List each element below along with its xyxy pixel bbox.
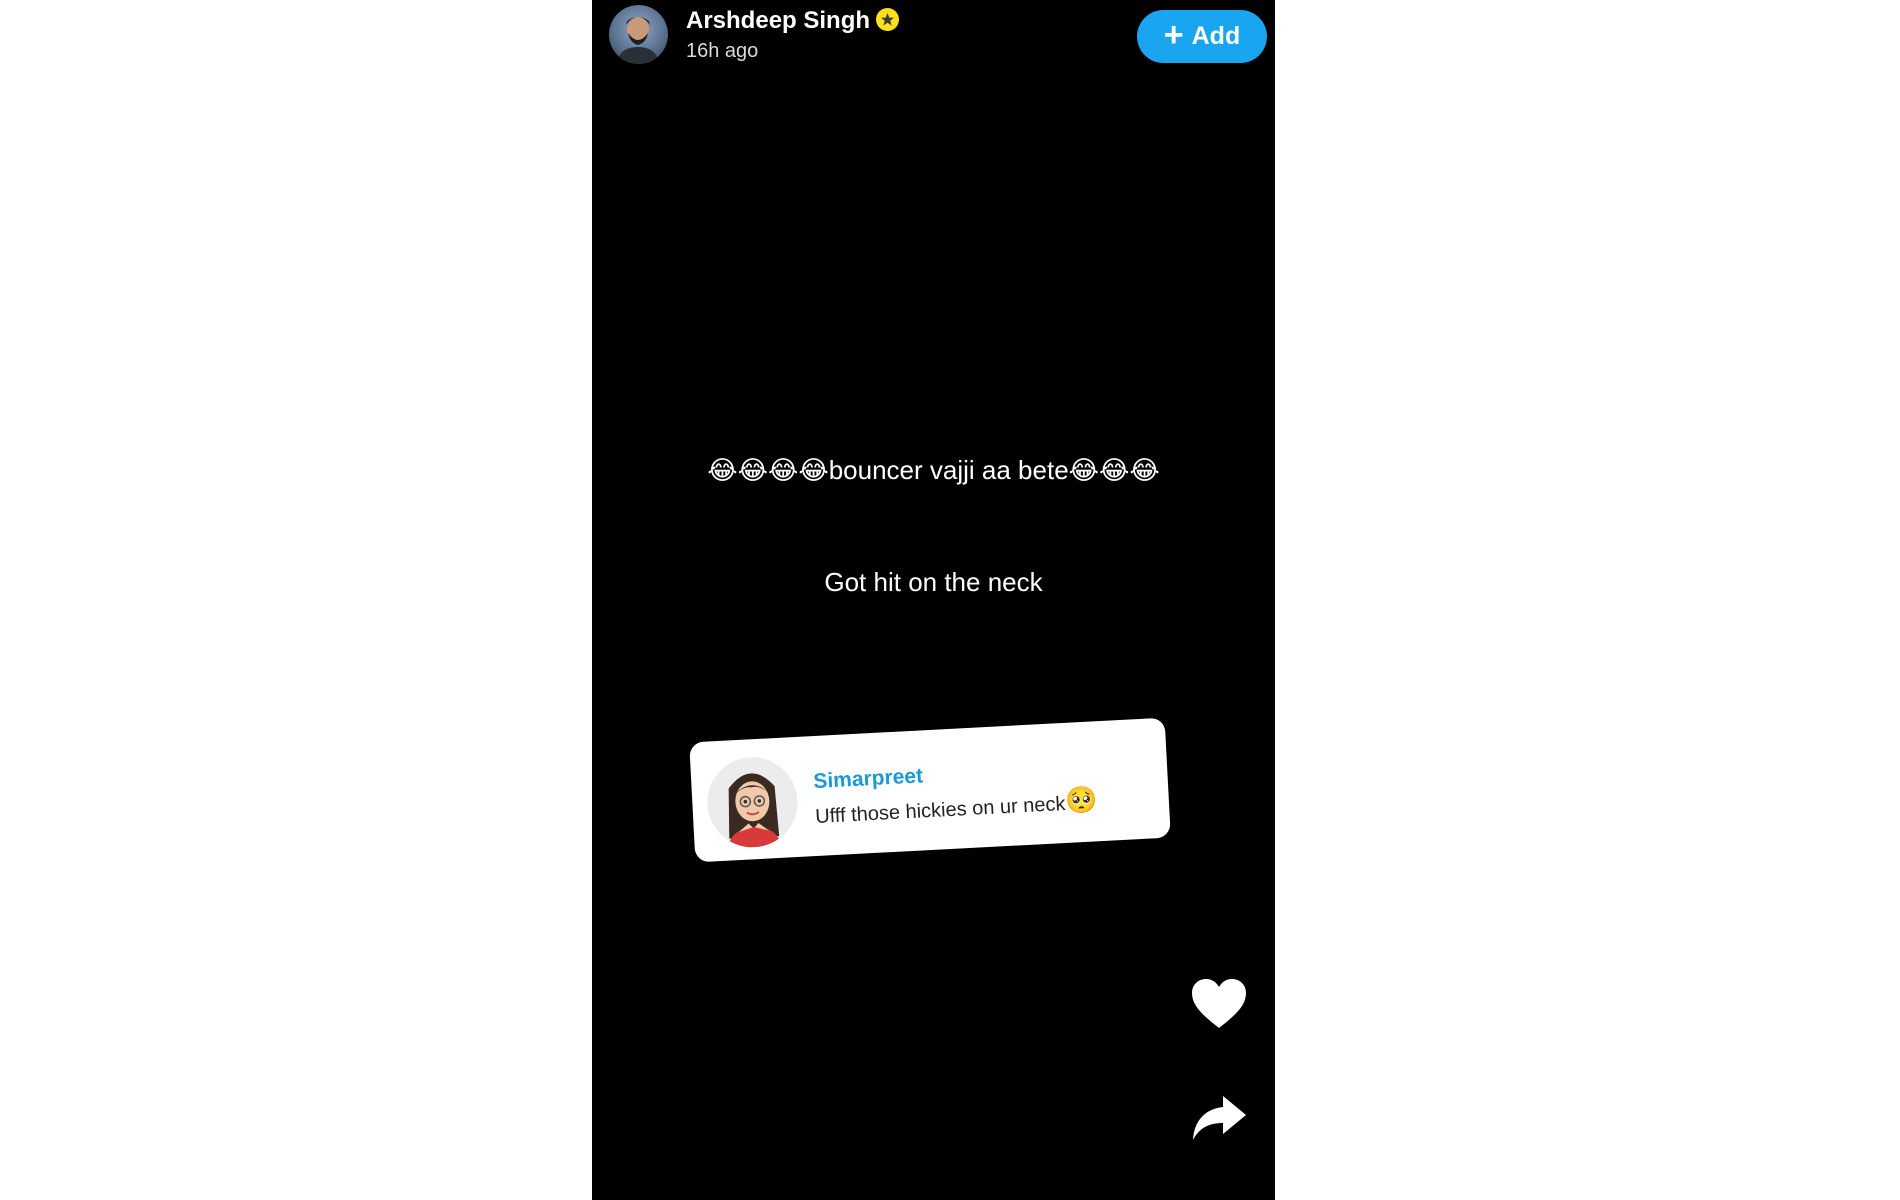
story-subcaption: Got hit on the neck xyxy=(824,567,1043,597)
username-text[interactable]: Arshdeep Singh xyxy=(686,7,870,34)
star-badge-icon xyxy=(876,8,900,32)
bitmoji-avatar xyxy=(705,755,800,850)
pleading-emoji: 🥺 xyxy=(1064,785,1099,817)
add-button-label: Add xyxy=(1191,22,1241,50)
plus-icon: + xyxy=(1163,16,1184,54)
story-caption: 😂😂😂😂bouncer vajji aa bete😂😂😂 xyxy=(592,455,1275,486)
heart-icon[interactable] xyxy=(1189,976,1249,1032)
person-avatar-icon xyxy=(617,17,659,64)
story-viewer[interactable]: Arshdeep Singh 16h ago + Add 😂😂😂😂bouncer… xyxy=(592,0,1275,1200)
share-arrow-icon[interactable] xyxy=(1189,1090,1249,1146)
reply-message-text: Ufff those hickies on ur neck xyxy=(814,792,1067,829)
add-friend-button[interactable]: + Add xyxy=(1137,10,1267,63)
laughing-emoji-group-end: 😂😂😂 xyxy=(1068,456,1160,486)
reply-author-name: Simarpreet xyxy=(812,764,924,794)
laughing-emoji-group: 😂😂😂😂 xyxy=(707,456,829,486)
username[interactable]: Arshdeep Singh xyxy=(686,7,900,35)
caption-text: bouncer vajji aa bete xyxy=(828,455,1069,485)
bitmoji-avatar-icon xyxy=(705,755,800,850)
page: Arshdeep Singh 16h ago + Add 😂😂😂😂bouncer… xyxy=(0,0,1900,1200)
reply-message: Ufff those hickies on ur neck🥺 xyxy=(814,785,1099,830)
user-avatar[interactable] xyxy=(609,5,668,64)
reply-sticker[interactable]: Simarpreet Ufff those hickies on ur neck… xyxy=(689,717,1171,863)
post-timestamp: 16h ago xyxy=(686,40,759,62)
